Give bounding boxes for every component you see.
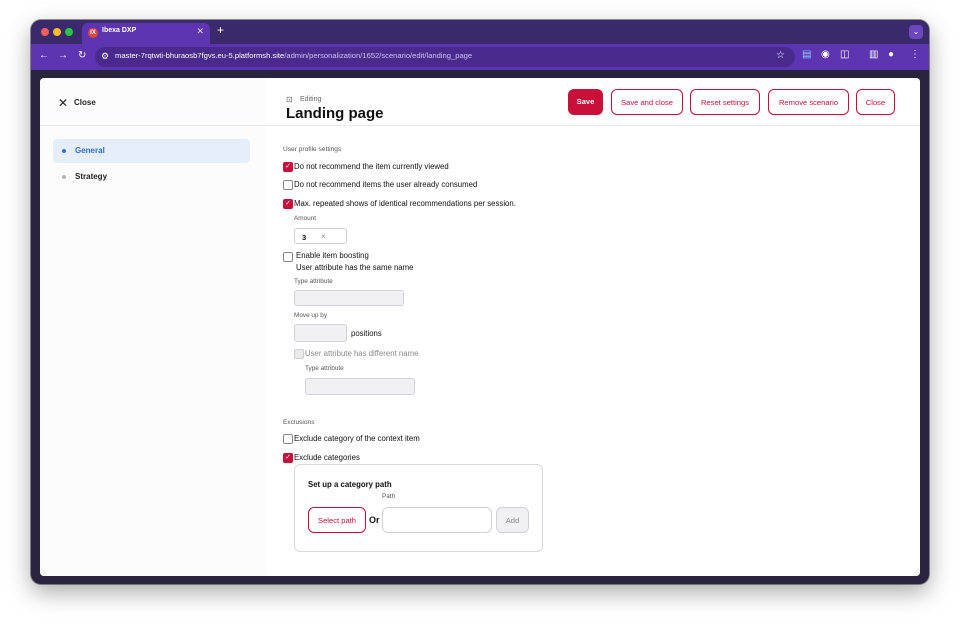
url-host: master-7rqtwti-bhuraosb7fgvs.eu-5.platfo… — [115, 51, 285, 60]
url-text: master-7rqtwti-bhuraosb7fgvs.eu-5.platfo… — [115, 51, 472, 60]
sidebar-item-general[interactable]: General — [53, 139, 250, 163]
page-content: ✕ Close General Strategy ⊡ Editing Landi… — [40, 78, 920, 576]
incognito-icon[interactable]: ◉ — [821, 49, 830, 60]
checkbox-enable-item-boosting[interactable] — [283, 252, 293, 262]
select-path-button[interactable]: Select path — [308, 507, 366, 533]
tab-search-chevron-icon[interactable]: ⌄ — [909, 25, 923, 39]
extensions-puzzle-icon[interactable]: ◫ — [840, 49, 849, 60]
path-input[interactable] — [382, 507, 492, 533]
profile-icon[interactable]: ● — [888, 49, 894, 60]
close-link[interactable]: Close — [74, 98, 96, 107]
browser-tab[interactable]: IX Ibexa DXP ✕ — [82, 23, 210, 44]
move-up-by-input[interactable] — [294, 324, 347, 342]
browser-window: IX Ibexa DXP ✕ + ⌄ ← → ↻ ⚙ master-7rqtwt… — [31, 20, 929, 584]
save-button[interactable]: Save — [568, 89, 603, 115]
sidebar-item-strategy[interactable]: Strategy — [53, 165, 250, 189]
sidebar-divider — [40, 125, 266, 126]
type-attribute-input-2[interactable] — [305, 378, 415, 395]
close-icon[interactable]: ✕ — [58, 96, 68, 110]
or-label: Or — [369, 515, 380, 525]
checkbox-label: Exclude category of the context item — [294, 434, 420, 443]
same-name-label: User attribute has the same name — [296, 263, 414, 272]
path-label: Path — [382, 493, 396, 500]
checkbox-label: Do not recommend items the user already … — [294, 180, 478, 189]
amount-label: Amount — [294, 215, 317, 222]
type-attribute-label: Type attribute — [294, 278, 333, 285]
reset-settings-button[interactable]: Reset settings — [690, 89, 760, 115]
checkbox-label: User attribute has different name — [305, 349, 419, 358]
maximize-window-button[interactable] — [65, 28, 73, 36]
editing-label: Editing — [300, 96, 322, 103]
checkbox-different-name[interactable] — [294, 349, 304, 359]
new-tab-icon[interactable]: + — [217, 23, 224, 37]
reload-icon[interactable]: ↻ — [78, 50, 86, 61]
amount-value: 3 — [302, 233, 307, 242]
exclusions-section-title: Exclusions — [283, 419, 315, 426]
remove-scenario-button[interactable]: Remove scenario — [768, 89, 849, 115]
sidebar: ✕ Close General Strategy — [40, 78, 267, 576]
tab-bar: IX Ibexa DXP ✕ + ⌄ — [31, 20, 929, 44]
browser-toolbar: ← → ↻ ⚙ master-7rqtwti-bhuraosb7fgvs.eu-… — [31, 44, 929, 70]
sidebar-item-label: General — [75, 146, 105, 155]
checkbox-label: Max. repeated shows of identical recomme… — [294, 199, 516, 208]
tab-title: Ibexa DXP — [102, 27, 137, 34]
clear-amount-icon[interactable]: × — [321, 232, 326, 241]
bookmark-star-icon[interactable]: ☆ — [776, 50, 785, 61]
menu-kebab-icon[interactable]: ⋮ — [910, 49, 920, 60]
close-window-button[interactable] — [41, 28, 49, 36]
type-attribute-input[interactable] — [294, 290, 404, 306]
checkbox-exclude-context-category[interactable] — [283, 434, 293, 444]
checkbox-max-repeated-shows[interactable]: ✓ — [283, 199, 293, 209]
tab-close-icon[interactable]: ✕ — [196, 26, 204, 37]
add-button[interactable]: Add — [496, 507, 529, 533]
type-attribute-label-2: Type attribute — [305, 365, 344, 372]
active-indicator-icon — [62, 149, 66, 153]
checkbox-label: Do not recommend the item currently view… — [294, 162, 449, 171]
amount-input[interactable]: 3 × — [294, 228, 347, 244]
inactive-indicator-icon — [62, 175, 66, 179]
ibexa-favicon-icon: IX — [88, 28, 98, 38]
checkbox-label: Enable item boosting — [296, 251, 369, 260]
checkbox-do-not-recommend-consumed[interactable] — [283, 180, 293, 190]
forward-icon[interactable]: → — [58, 50, 68, 61]
sidebar-item-label: Strategy — [75, 172, 108, 181]
main-panel: ⊡ Editing Landing page Save Save and clo… — [266, 78, 920, 576]
user-profile-section-title: User profile settings — [283, 146, 342, 153]
side-panel-icon[interactable]: ▥ — [869, 49, 878, 60]
edit-icon: ⊡ — [286, 95, 293, 104]
category-path-box: Set up a category path Path Select path … — [294, 464, 543, 552]
site-settings-icon[interactable]: ⚙ — [101, 51, 109, 62]
minimize-window-button[interactable] — [53, 28, 61, 36]
checkbox-label: Exclude categories — [294, 453, 360, 462]
move-up-by-label: Move up by — [294, 312, 328, 319]
url-path: /admin/personalization/1652/scenario/edi… — [284, 51, 473, 60]
close-button[interactable]: Close — [856, 89, 895, 115]
toolbar-divider — [31, 70, 929, 78]
checkbox-do-not-recommend-viewed[interactable]: ✓ — [283, 162, 293, 172]
save-and-close-button[interactable]: Save and close — [611, 89, 683, 115]
extension-icon[interactable]: ▤ — [802, 49, 811, 60]
address-bar[interactable]: ⚙ master-7rqtwti-bhuraosb7fgvs.eu-5.plat… — [95, 47, 795, 67]
back-icon[interactable]: ← — [39, 50, 49, 61]
header-divider — [266, 125, 920, 126]
checkbox-exclude-categories[interactable]: ✓ — [283, 453, 293, 463]
category-path-title: Set up a category path — [308, 480, 392, 489]
page-title: Landing page — [286, 105, 384, 122]
positions-label: positions — [351, 329, 382, 338]
